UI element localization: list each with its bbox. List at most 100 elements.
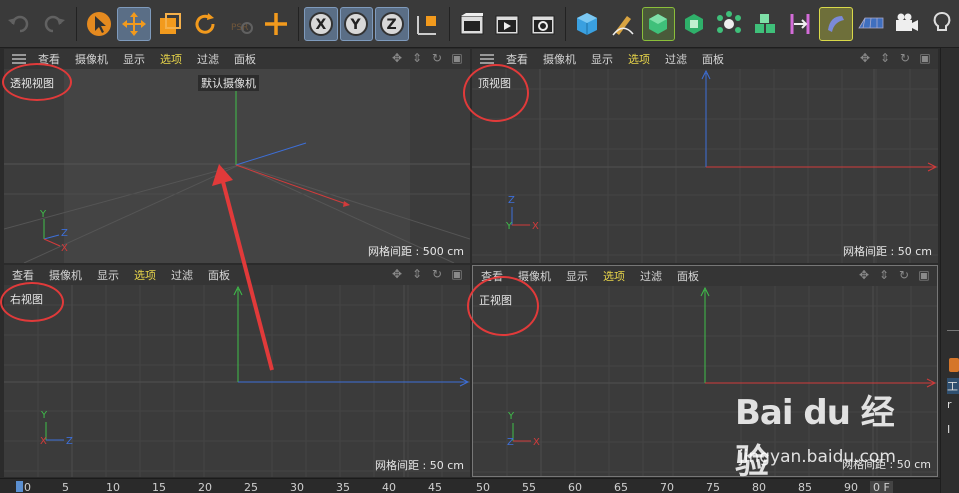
hamburger-icon[interactable] bbox=[12, 54, 26, 64]
menu-options[interactable]: 选项 bbox=[160, 51, 182, 67]
orbit-icon[interactable]: ↻ bbox=[430, 51, 444, 65]
menu-cameras[interactable]: 摄像机 bbox=[75, 51, 108, 67]
menu-panel[interactable]: 面板 bbox=[702, 51, 724, 67]
mograph-cloner-icon[interactable] bbox=[713, 7, 747, 41]
camera-icon[interactable] bbox=[890, 7, 924, 41]
hamburger-icon[interactable] bbox=[480, 54, 494, 64]
menu-panel[interactable]: 面板 bbox=[677, 268, 699, 284]
gizmo-x-label: X bbox=[40, 436, 47, 447]
array-icon[interactable] bbox=[748, 7, 782, 41]
extrude-icon[interactable] bbox=[677, 7, 711, 41]
dolly-icon[interactable]: ⇕ bbox=[410, 51, 424, 65]
orbit-icon[interactable]: ↻ bbox=[897, 268, 911, 282]
lock-z-icon[interactable]: Z bbox=[375, 6, 409, 41]
viewport-top[interactable]: 查看 摄像机 显示 选项 过滤 面板 ✥ ⇕ ↻ ▣ Z Y X 顶视图 网格间… bbox=[472, 49, 938, 263]
panel-tab-2[interactable]: r bbox=[947, 398, 959, 414]
select-arrow-icon[interactable] bbox=[82, 7, 116, 41]
floor-icon[interactable] bbox=[855, 7, 889, 41]
gizmo-y-label: Y bbox=[505, 221, 513, 232]
rotate-icon[interactable] bbox=[189, 7, 223, 41]
menu-panel[interactable]: 面板 bbox=[234, 51, 256, 67]
gizmo-y-label: Y bbox=[507, 411, 515, 422]
menu-view[interactable]: 查看 bbox=[506, 51, 528, 67]
subdivision-icon[interactable] bbox=[641, 6, 676, 41]
watermark-brand: Bai du 经验 bbox=[735, 393, 895, 482]
menu-cameras[interactable]: 摄像机 bbox=[543, 51, 576, 67]
playhead[interactable] bbox=[16, 481, 23, 492]
cube-icon[interactable] bbox=[571, 7, 605, 41]
menu-filter[interactable]: 过滤 bbox=[171, 267, 193, 283]
pan-icon[interactable]: ✥ bbox=[858, 51, 872, 65]
ruler-tick: 0 bbox=[24, 481, 31, 493]
viewport-nav-controls: ✥ ⇕ ↻ ▣ bbox=[857, 268, 931, 282]
ruler-tick: 45 bbox=[428, 481, 442, 493]
deformer-icon[interactable] bbox=[819, 6, 853, 41]
viewport-canvas[interactable]: Z Y X 顶视图 网格间距 : 50 cm bbox=[472, 69, 938, 263]
maximize-icon[interactable]: ▣ bbox=[450, 51, 464, 65]
menu-filter[interactable]: 过滤 bbox=[640, 268, 662, 284]
menu-options[interactable]: 选项 bbox=[603, 268, 625, 284]
dolly-icon[interactable]: ⇕ bbox=[410, 267, 424, 281]
viewport-canvas[interactable]: Y Z X 透视视图 默认摄像机 网格间距 : 500 cm bbox=[4, 69, 470, 263]
orbit-icon[interactable]: ↻ bbox=[430, 267, 444, 281]
menu-options[interactable]: 选项 bbox=[134, 267, 156, 283]
orbit-icon[interactable]: ↻ bbox=[898, 51, 912, 65]
viewport-right[interactable]: 查看 摄像机 显示 选项 过滤 面板 ✥ ⇕ ↻ ▣ Y X Z 右视图 网格间… bbox=[4, 265, 470, 477]
viewport-canvas[interactable]: Y X Z 右视图 网格间距 : 50 cm bbox=[4, 285, 470, 477]
ruler-tick: 65 bbox=[614, 481, 628, 493]
annotation-circle-right bbox=[0, 282, 64, 322]
menu-display[interactable]: 显示 bbox=[566, 268, 588, 284]
scale-icon[interactable] bbox=[153, 7, 187, 41]
recent-tool-icon[interactable] bbox=[260, 7, 294, 41]
menu-display[interactable]: 显示 bbox=[591, 51, 613, 67]
pan-icon[interactable]: ✥ bbox=[390, 51, 404, 65]
bend-icon[interactable] bbox=[784, 7, 818, 41]
coordinate-system-icon[interactable] bbox=[411, 7, 445, 41]
pan-icon[interactable]: ✥ bbox=[857, 268, 871, 282]
panel-tab-3[interactable]: I bbox=[947, 423, 959, 439]
psr-icon[interactable]: PSR bbox=[224, 7, 258, 41]
baidu-jingyan-watermark: Bai du 经验 jingyan.baidu.com bbox=[735, 385, 905, 482]
menu-display[interactable]: 显示 bbox=[97, 267, 119, 283]
viewport-perspective[interactable]: 查看 摄像机 显示 选项 过滤 面板 ✥ ⇕ ↻ ▣ Y Z X 透视视图 默认… bbox=[4, 49, 470, 263]
pan-icon[interactable]: ✥ bbox=[390, 267, 404, 281]
cinema4d-window: PSR X Y Z 查看 摄像机 显示 选项 过滤 面板 ✥ ⇕ ↻ ▣ Y Z… bbox=[0, 0, 959, 493]
lock-x-icon[interactable]: X bbox=[304, 6, 338, 41]
ruler-tick: 60 bbox=[568, 481, 582, 493]
main-toolbar: PSR X Y Z bbox=[0, 0, 959, 48]
menu-filter[interactable]: 过滤 bbox=[665, 51, 687, 67]
gizmo-y-label: Y bbox=[39, 209, 47, 220]
menu-filter[interactable]: 过滤 bbox=[197, 51, 219, 67]
light-icon[interactable] bbox=[926, 7, 959, 41]
pen-icon[interactable] bbox=[606, 7, 640, 41]
redo-icon[interactable] bbox=[38, 7, 72, 41]
undo-icon[interactable] bbox=[2, 7, 36, 41]
menu-options[interactable]: 选项 bbox=[628, 51, 650, 67]
toolbar-separator bbox=[564, 6, 566, 41]
gizmo-x-label: X bbox=[61, 243, 68, 254]
render-picture-viewer-icon[interactable] bbox=[491, 7, 525, 41]
maximize-icon[interactable]: ▣ bbox=[450, 267, 464, 281]
maximize-icon[interactable]: ▣ bbox=[917, 268, 931, 282]
panel-tab-1[interactable]: 工 bbox=[947, 378, 959, 394]
top-grid: Z Y X bbox=[472, 69, 938, 263]
camera-label[interactable]: 默认摄像机 bbox=[198, 75, 259, 91]
toolbar-separator bbox=[76, 6, 77, 41]
viewport-nav-controls: ✥ ⇕ ↻ ▣ bbox=[390, 267, 464, 281]
render-settings-icon[interactable] bbox=[526, 7, 560, 41]
menu-panel[interactable]: 面板 bbox=[208, 267, 230, 283]
lock-y-icon[interactable]: Y bbox=[339, 6, 374, 41]
grid-spacing-label: 网格间距 : 500 cm bbox=[368, 245, 464, 258]
object-icon[interactable] bbox=[949, 358, 959, 372]
maximize-icon[interactable]: ▣ bbox=[918, 51, 932, 65]
ruler-tick: 10 bbox=[106, 481, 120, 493]
menu-view[interactable]: 查看 bbox=[12, 267, 34, 283]
move-icon[interactable] bbox=[117, 6, 152, 41]
perspective-grid: Y Z X bbox=[4, 69, 470, 263]
dolly-icon[interactable]: ⇕ bbox=[878, 51, 892, 65]
render-view-icon[interactable] bbox=[455, 7, 489, 41]
menu-cameras[interactable]: 摄像机 bbox=[49, 267, 82, 283]
dolly-icon[interactable]: ⇕ bbox=[877, 268, 891, 282]
grid-spacing-label: 网格间距 : 50 cm bbox=[375, 459, 464, 472]
menu-display[interactable]: 显示 bbox=[123, 51, 145, 67]
